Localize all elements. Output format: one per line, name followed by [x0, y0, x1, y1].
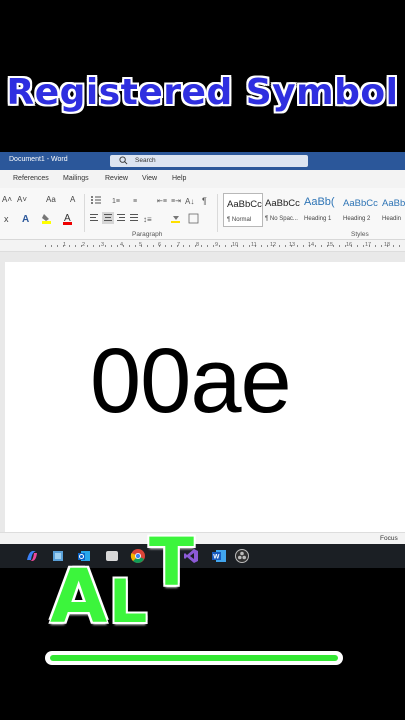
title-bar: Document1 - Word Search	[0, 152, 405, 170]
document-title: Document1 - Word	[9, 156, 68, 163]
style-sample: AaBb	[382, 198, 405, 209]
font-color-tools[interactable]: x A A	[4, 212, 84, 226]
grow-font-button[interactable]: A˄	[2, 195, 12, 205]
svg-text:1≡: 1≡	[112, 198, 120, 205]
tab-mailings[interactable]: Mailings	[63, 175, 89, 182]
green-underline-bar	[45, 651, 343, 665]
change-case-button[interactable]: Aa	[46, 195, 56, 205]
clear-formatting-button[interactable]: A	[70, 195, 75, 205]
ribbon-separator	[217, 194, 218, 232]
style-sample: AaBbCc	[343, 198, 378, 209]
search-icon	[119, 156, 128, 165]
ribbon-tabs: References Mailings Review View Help	[0, 170, 405, 188]
ruler-number: 5	[139, 242, 143, 248]
styles-group-label: Styles	[351, 231, 369, 238]
tab-view[interactable]: View	[142, 175, 157, 182]
ruler-number: 1	[63, 242, 67, 248]
copilot-icon[interactable]	[24, 548, 40, 564]
ribbon: A˄ A˅ Aa A x A A 1≡ ≡ ⇤≡ ≡⇥ A↓ ¶ ↕≡ Para…	[0, 188, 405, 240]
alt-key-overlay: A L T	[45, 530, 205, 640]
document-text: 00ae	[90, 330, 292, 432]
focus-mode-button[interactable]: Focus	[380, 535, 398, 542]
alt-letter-a: A	[50, 554, 108, 640]
ruler-number: 16	[346, 242, 353, 248]
paragraph-tools[interactable]: 1≡ ≡ ⇤≡ ≡⇥ A↓ ¶ ↕≡	[89, 194, 214, 228]
svg-text:¶: ¶	[202, 196, 207, 206]
style-sample: AaBb(	[304, 196, 335, 208]
style-heading-2[interactable]: AaBbCc Heading 2	[340, 193, 380, 227]
ruler-number: 13	[289, 242, 296, 248]
ribbon-separator	[84, 194, 85, 232]
ruler-number: 18	[384, 242, 391, 248]
banner-title: Registered Symbol	[6, 72, 399, 113]
ruler-number: 12	[270, 242, 277, 248]
search-placeholder: Search	[135, 157, 156, 164]
style-name: ¶ No Spac...	[265, 216, 298, 222]
style-sample: AaBbCc	[227, 199, 262, 210]
alt-letter-t: T	[149, 524, 195, 601]
style-name: Headin	[382, 216, 402, 222]
document-page[interactable]: 00ae	[5, 262, 405, 534]
svg-text:A: A	[22, 214, 29, 225]
svg-text:W: W	[213, 554, 220, 561]
style-normal[interactable]: AaBbCc ¶ Normal	[223, 193, 263, 227]
svg-text:↕≡: ↕≡	[143, 215, 152, 224]
ruler-number: 6	[158, 242, 162, 248]
style-heading-3[interactable]: AaBb Headin	[379, 193, 405, 227]
ruler-number: 11	[251, 242, 257, 248]
obs-icon[interactable]	[234, 548, 250, 564]
ruler-number: 7	[177, 242, 181, 248]
style-name: Heading 2	[343, 216, 371, 222]
style-name: ¶ Normal	[227, 217, 252, 223]
ruler-number: 9	[215, 242, 219, 248]
style-sample: AaBbCc	[265, 198, 300, 209]
search-box[interactable]: Search	[110, 155, 308, 167]
tab-references[interactable]: References	[13, 175, 49, 182]
ruler-number: 15	[327, 242, 334, 248]
ruler-number: 4	[120, 242, 124, 248]
style-no-spacing[interactable]: AaBbCc ¶ No Spac...	[262, 193, 302, 227]
tab-help[interactable]: Help	[172, 175, 186, 182]
svg-text:A↓: A↓	[185, 197, 194, 206]
style-name: Heading 1	[304, 216, 332, 222]
video-frame: Registered Symbol Document1 - Word Searc…	[0, 0, 405, 720]
ruler-number: 17	[365, 242, 372, 248]
ruler-number: 3	[101, 242, 105, 248]
ruler-number: 2	[82, 242, 86, 248]
horizontal-ruler[interactable]: 1 2 3 4 5 6 7 8 9 10 11 12 13 14 15 16 1…	[0, 240, 405, 252]
document-area: 00ae	[0, 252, 405, 534]
word-window: Document1 - Word Search References Maili…	[0, 152, 405, 544]
ruler-number: 14	[308, 242, 315, 248]
tab-review[interactable]: Review	[105, 175, 128, 182]
svg-text:≡: ≡	[133, 198, 137, 205]
svg-text:x: x	[4, 214, 9, 224]
alt-letter-l: L	[109, 567, 148, 637]
svg-text:⇤≡: ⇤≡	[157, 198, 167, 205]
ruler-number: 8	[196, 242, 200, 248]
shrink-font-button[interactable]: A˅	[17, 195, 27, 205]
green-underline-fill	[50, 655, 338, 661]
word-icon[interactable]: W	[211, 548, 227, 564]
style-heading-1[interactable]: AaBb( Heading 1	[301, 193, 341, 227]
paragraph-group-label: Paragraph	[132, 231, 163, 238]
svg-text:≡⇥: ≡⇥	[171, 198, 181, 205]
ruler-number: 10	[232, 242, 239, 248]
